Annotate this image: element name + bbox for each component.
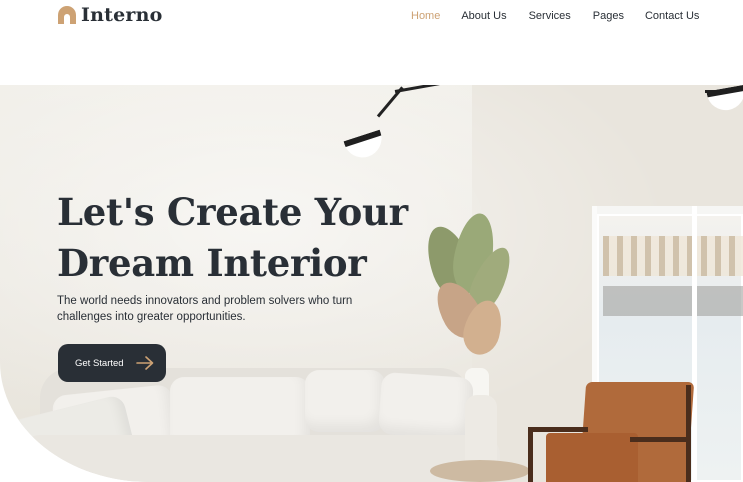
nav-item-home[interactable]: Home	[411, 9, 440, 23]
chair-frame	[528, 427, 533, 482]
arrow-right-icon	[136, 356, 154, 370]
window-pergola	[603, 236, 743, 276]
nav-item-pages[interactable]: Pages	[593, 9, 624, 23]
window-fence	[603, 286, 743, 316]
nav-item-about-us[interactable]: About Us	[461, 9, 506, 23]
chair-frame	[528, 427, 588, 432]
chair-seat	[546, 433, 638, 482]
chair-frame	[630, 437, 690, 442]
hero-subtitle: The world needs innovators and problem s…	[57, 293, 377, 325]
chair-frame	[686, 385, 691, 482]
brand-name: Interno	[81, 4, 163, 26]
arch-icon	[58, 6, 76, 24]
sofa-cushion	[305, 370, 385, 432]
window-mullion	[692, 206, 697, 482]
site-header: Interno Home About Us Services Pages Con…	[0, 0, 743, 32]
main-nav: Home About Us Services Pages Contact Us	[411, 9, 699, 23]
hero-title: Let's Create Your Dream Interior	[57, 187, 417, 289]
hero-title-line: Let's Create Your	[57, 190, 408, 234]
hero-subtitle-line: The world needs innovators and problem s…	[57, 295, 353, 307]
hero-section: Let's Create Your Dream Interior The wor…	[0, 85, 743, 482]
get-started-label: Get Started	[75, 357, 124, 369]
coffee-table	[430, 460, 530, 482]
logo[interactable]: Interno	[57, 4, 162, 26]
nav-item-contact-us[interactable]: Contact Us	[645, 9, 699, 23]
hero-title-line: Dream Interior	[57, 241, 367, 285]
sofa-seat	[20, 435, 500, 482]
get-started-button[interactable]: Get Started	[58, 344, 166, 382]
nav-item-services[interactable]: Services	[529, 9, 571, 23]
sofa-cushion	[377, 371, 475, 441]
hero-subtitle-line: challenges into greater opportunities.	[57, 311, 246, 323]
